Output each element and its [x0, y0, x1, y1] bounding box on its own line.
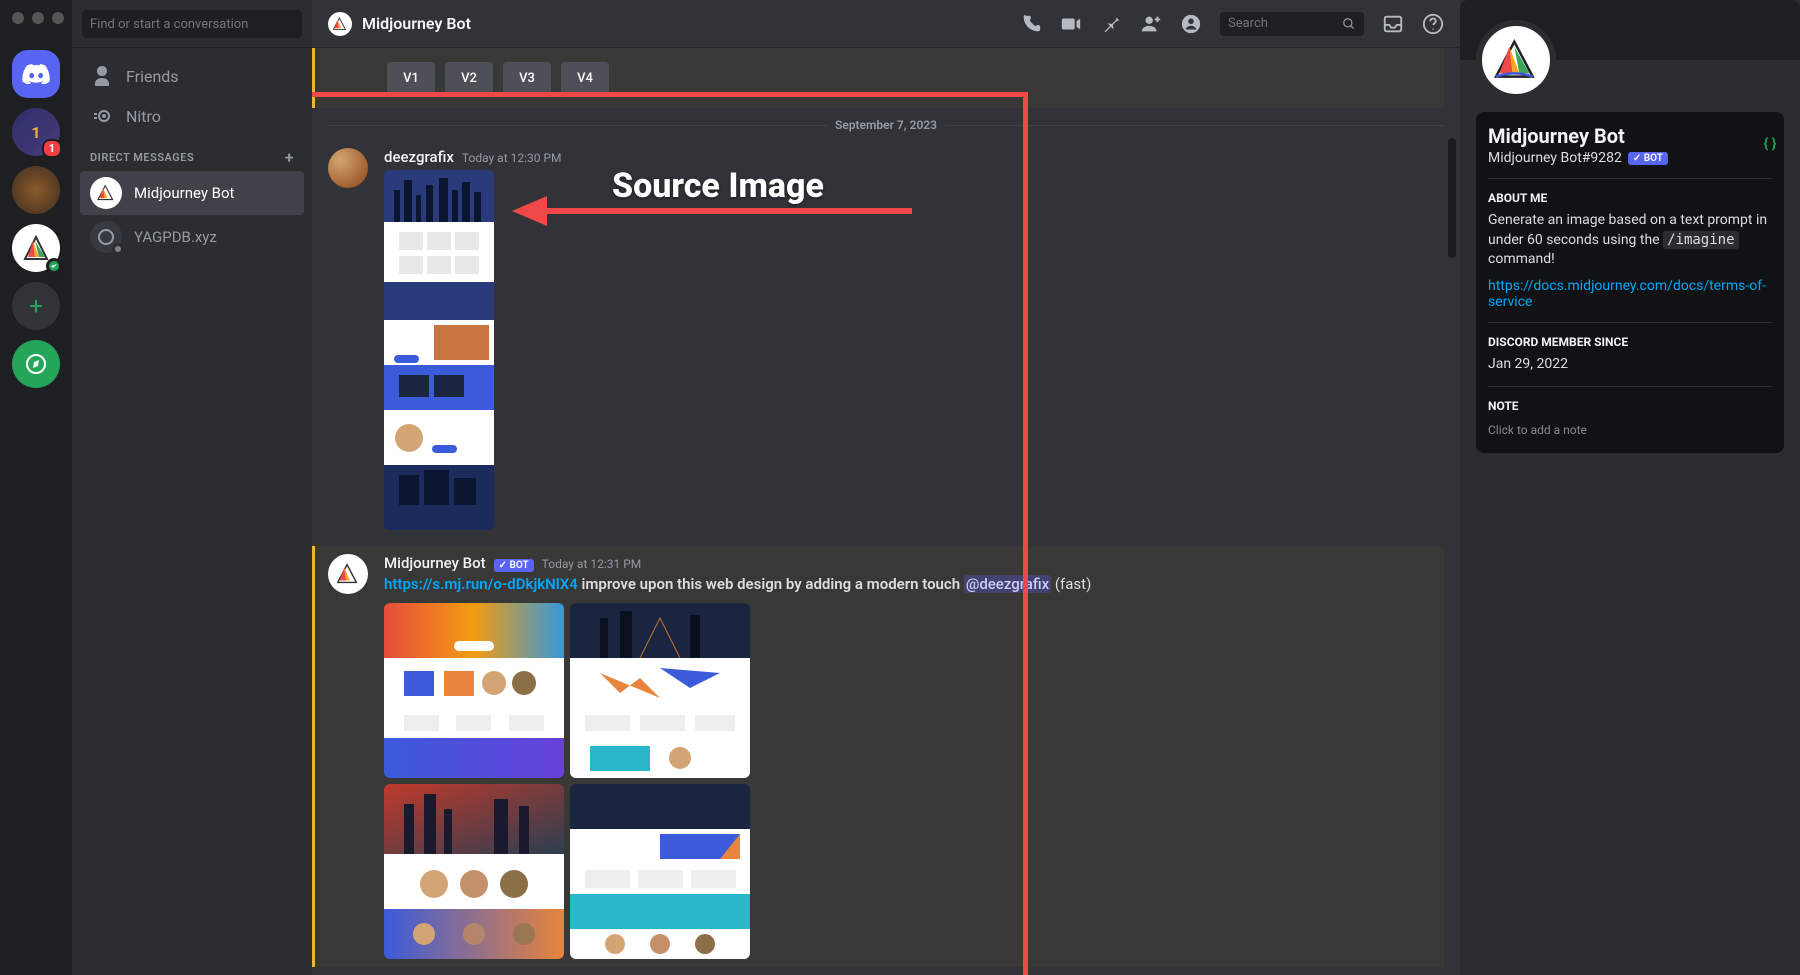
- date-divider: September 7, 2023: [328, 118, 1444, 132]
- prompt-suffix: (fast): [1051, 575, 1091, 593]
- channel-list: Friends Nitro DIRECT MESSAGES + Midjourn…: [72, 0, 312, 975]
- friends-nav[interactable]: Friends: [80, 56, 304, 96]
- variant-v1[interactable]: V1: [387, 62, 435, 94]
- user-avatar[interactable]: [328, 148, 368, 188]
- create-dm-button[interactable]: +: [285, 148, 294, 167]
- help-icon[interactable]: [1422, 13, 1444, 35]
- header-avatar: [328, 12, 352, 36]
- server-item-1[interactable]: 1 1: [12, 108, 60, 156]
- minimize-window[interactable]: [32, 12, 44, 24]
- prompt-link[interactable]: https://s.mj.run/o-dDkjkNlX4: [384, 575, 578, 593]
- imagine-command: /imagine: [1663, 231, 1738, 249]
- add-server-button[interactable]: +: [12, 282, 60, 330]
- result-image-3[interactable]: [384, 784, 564, 959]
- about-text: Generate an image based on a text prompt…: [1488, 211, 1772, 270]
- voice-call-icon[interactable]: [1020, 13, 1042, 35]
- video-call-icon[interactable]: [1060, 13, 1082, 35]
- profile-name: Midjourney Bot: [1488, 124, 1772, 148]
- search-icon: [1342, 17, 1356, 31]
- maximize-window[interactable]: [52, 12, 64, 24]
- status-indicator: [46, 258, 62, 274]
- bot-time: Today at 12:31 PM: [542, 557, 642, 571]
- dm-search-container: [72, 0, 312, 48]
- result-grid: [384, 603, 1444, 959]
- docs-link[interactable]: https://docs.midjourney.com/docs/terms-o…: [1488, 278, 1772, 310]
- main-area: Midjourney Bot V1 V2 V3: [312, 0, 1460, 975]
- nitro-label: Nitro: [126, 107, 161, 126]
- profile-bot-tag: ✓ BOT: [1628, 152, 1668, 165]
- dm-name-yagpdb: YAGPDB.xyz: [134, 228, 217, 246]
- member-since-title: DISCORD MEMBER SINCE: [1488, 335, 1772, 349]
- profile-tag: Midjourney Bot#9282 ✓ BOT: [1488, 150, 1772, 166]
- profile-avatar[interactable]: [1476, 20, 1556, 100]
- nitro-icon: [90, 104, 114, 128]
- profile-card: Midjourney Bot Midjourney Bot#9282 ✓ BOT…: [1476, 112, 1784, 453]
- header-search[interactable]: [1220, 12, 1364, 36]
- message-time: Today at 12:30 PM: [462, 151, 562, 165]
- bot-avatar[interactable]: [328, 554, 368, 594]
- message-list[interactable]: V1 V2 V3 V4 September 7, 2023 deezgrafix…: [312, 48, 1460, 975]
- server-item-2[interactable]: [12, 166, 60, 214]
- dm-midjourney[interactable]: Midjourney Bot: [80, 171, 304, 215]
- member-since-date: Jan 29, 2022: [1488, 355, 1772, 375]
- discord-home-button[interactable]: [12, 50, 60, 98]
- about-title: ABOUT ME: [1488, 191, 1772, 205]
- close-window[interactable]: [12, 12, 24, 24]
- bot-author[interactable]: Midjourney Bot: [384, 554, 486, 572]
- add-friends-icon[interactable]: [1140, 13, 1162, 35]
- nav-section: Friends Nitro DIRECT MESSAGES + Midjourn…: [72, 48, 312, 267]
- nitro-nav[interactable]: Nitro: [80, 96, 304, 136]
- date-text: September 7, 2023: [827, 118, 945, 132]
- main-header: Midjourney Bot: [312, 0, 1460, 48]
- window-controls: [12, 12, 64, 24]
- result-image-2[interactable]: [570, 603, 750, 778]
- scrollbar[interactable]: [1448, 138, 1456, 258]
- inbox-icon[interactable]: [1382, 13, 1404, 35]
- friends-icon: [90, 64, 114, 88]
- user-profile-panel: { } Midjourney Bot Midjourney Bot#9282 ✓…: [1460, 0, 1800, 975]
- uploaded-image[interactable]: [384, 170, 494, 530]
- server-item-3[interactable]: [12, 224, 60, 272]
- dm-yagpdb[interactable]: YAGPDB.xyz: [80, 215, 304, 259]
- explore-button[interactable]: [12, 340, 60, 388]
- dm-name-midjourney: Midjourney Bot: [134, 184, 234, 202]
- app-root: 1 1 + Friends Nitro: [0, 0, 1800, 975]
- variant-v3[interactable]: V3: [503, 62, 551, 94]
- user-mention[interactable]: @deezgrafix: [964, 575, 1051, 593]
- header-title: Midjourney Bot: [362, 14, 471, 33]
- variant-buttons-row: V1 V2 V3 V4: [312, 48, 1444, 108]
- dm-header-label: DIRECT MESSAGES: [90, 151, 194, 164]
- message-user: deezgrafix Today at 12:30 PM: [328, 144, 1444, 534]
- user-profile-icon[interactable]: [1180, 13, 1202, 35]
- message-bot: Midjourney Bot ✓ BOT Today at 12:31 PM h…: [312, 546, 1444, 967]
- result-image-1[interactable]: [384, 603, 564, 778]
- prompt-text: improve upon this web design by adding a…: [578, 575, 964, 593]
- dm-section-header: DIRECT MESSAGES +: [80, 136, 304, 171]
- variant-v4[interactable]: V4: [561, 62, 609, 94]
- result-image-4[interactable]: [570, 784, 750, 959]
- message-author[interactable]: deezgrafix: [384, 148, 454, 166]
- dm-avatar-yagpdb: [90, 221, 122, 253]
- dm-avatar-midjourney: [90, 177, 122, 209]
- pinned-icon[interactable]: [1100, 13, 1122, 35]
- bot-tag: ✓ BOT: [494, 559, 534, 572]
- note-field[interactable]: Click to add a note: [1488, 419, 1772, 441]
- dev-badge[interactable]: { }: [1756, 130, 1784, 158]
- friends-label: Friends: [126, 67, 179, 86]
- note-title: NOTE: [1488, 399, 1772, 413]
- variant-v2[interactable]: V2: [445, 62, 493, 94]
- header-actions: [1020, 12, 1444, 36]
- bot-message-text: https://s.mj.run/o-dDkjkNlX4 improve upo…: [384, 574, 1444, 595]
- dm-search-input[interactable]: [82, 10, 302, 38]
- server-badge: 1: [42, 139, 62, 158]
- server-list: 1 1 +: [0, 0, 72, 975]
- header-search-input[interactable]: [1228, 16, 1334, 31]
